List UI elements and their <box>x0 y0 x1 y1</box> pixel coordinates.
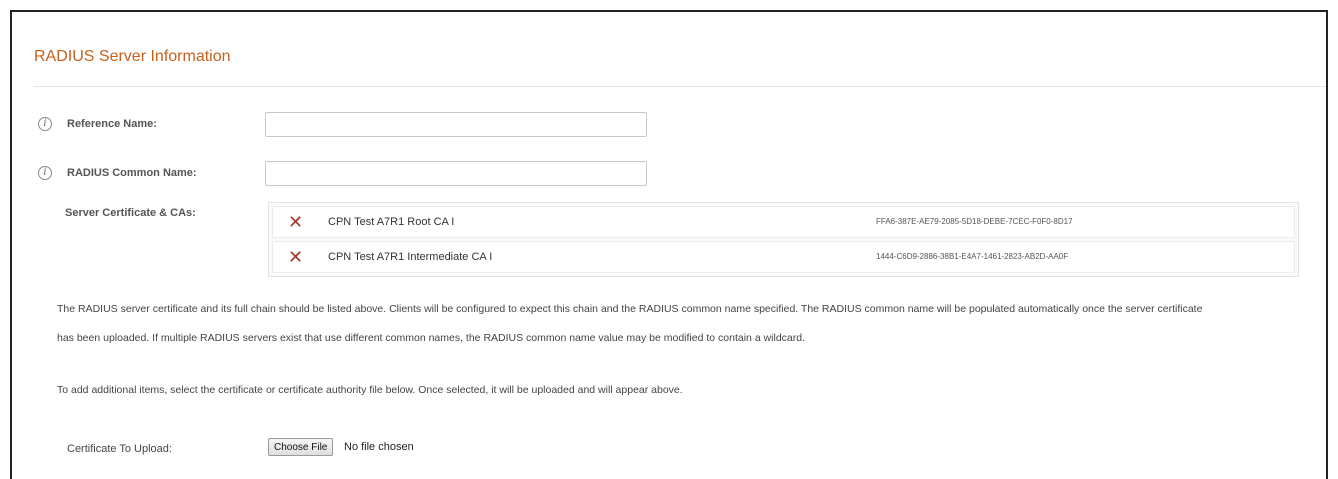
close-icon[interactable]: ✕ <box>288 211 303 233</box>
choose-file-button[interactable]: Choose File <box>268 438 334 456</box>
certificate-name: CPN Test A7R1 Root CA I <box>328 216 455 228</box>
reference-name-input[interactable] <box>265 112 647 137</box>
certificate-id: 1444-C6D9-2886-38B1-E4A7-1461-2823-AB2D-… <box>876 252 1069 261</box>
radius-server-panel: RADIUS Server Information i Reference Na… <box>10 10 1328 479</box>
certificate-row: ✕ CPN Test A7R1 Intermediate CA I 1444-C… <box>272 241 1295 273</box>
radius-common-name-input[interactable] <box>265 161 647 186</box>
server-certs-label: Server Certificate & CAs: <box>65 207 196 219</box>
certificate-list: ✕ CPN Test A7R1 Root CA I FFA6-387E-AE79… <box>268 202 1299 277</box>
certificate-upload-label: Certificate To Upload: <box>67 443 172 455</box>
close-icon[interactable]: ✕ <box>288 246 303 268</box>
header-divider <box>34 86 1326 87</box>
info-icon[interactable]: i <box>38 166 52 180</box>
panel-title: RADIUS Server Information <box>34 48 231 65</box>
certificate-name: CPN Test A7R1 Intermediate CA I <box>328 251 493 263</box>
reference-name-label: Reference Name: <box>67 118 157 130</box>
reference-name-row: i Reference Name: <box>12 112 1326 137</box>
radius-common-name-label: RADIUS Common Name: <box>67 167 197 179</box>
certificate-id: FFA6-387E-AE79-2085-5D18-DEBE-7CEC-F0F0-… <box>876 217 1073 226</box>
file-status: No file chosen <box>344 441 414 453</box>
info-icon[interactable]: i <box>38 117 52 131</box>
certificate-row: ✕ CPN Test A7R1 Root CA I FFA6-387E-AE79… <box>272 206 1295 238</box>
description-line-2: has been uploaded. If multiple RADIUS se… <box>57 332 806 344</box>
additional-items-note: To add additional items, select the cert… <box>57 384 683 396</box>
radius-common-name-row: i RADIUS Common Name: <box>12 161 1326 186</box>
description-line-1: The RADIUS server certificate and its fu… <box>57 303 1203 315</box>
